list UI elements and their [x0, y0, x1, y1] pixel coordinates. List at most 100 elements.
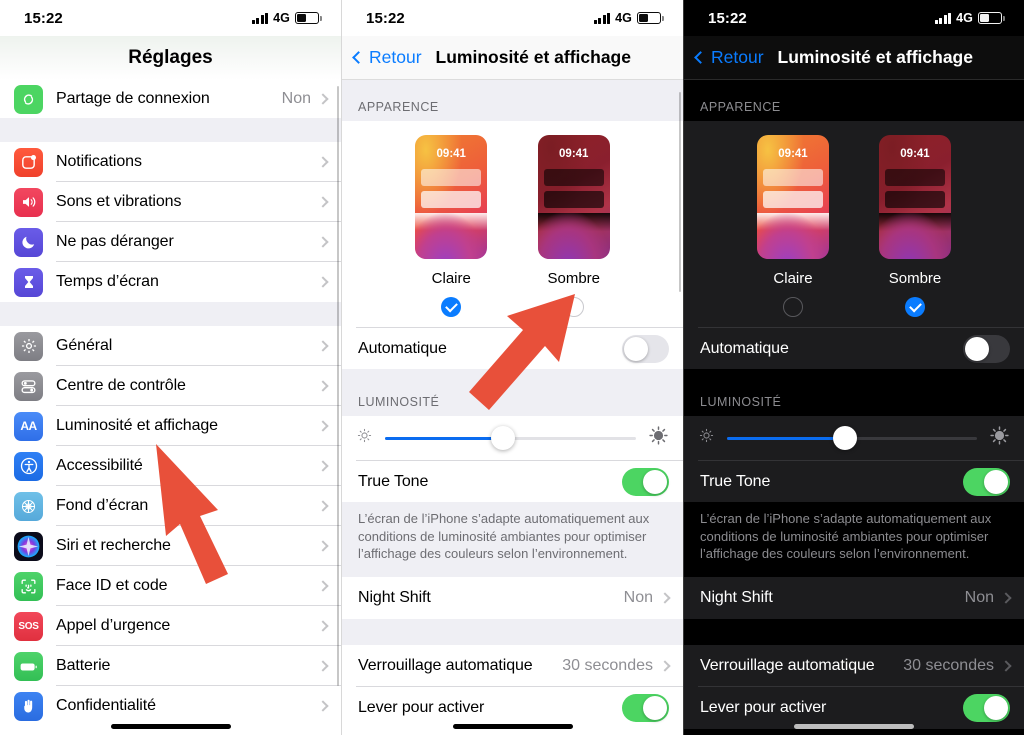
true-tone-toggle[interactable] — [622, 467, 669, 496]
sidebar-item-siri[interactable]: Siri et recherche — [0, 526, 341, 566]
network-type-label: 4G — [615, 11, 632, 25]
chevron-right-icon — [659, 659, 671, 672]
sidebar-item-wallpaper[interactable]: Fond d’écran — [0, 486, 341, 526]
face-id-icon — [14, 571, 43, 601]
appearance-preview-dark: 09:41 — [537, 135, 610, 259]
network-type-label: 4G — [273, 11, 290, 25]
sidebar-item-label: Centre de contrôle — [56, 376, 186, 394]
preview-card — [543, 169, 604, 186]
preview-time: 09:41 — [900, 148, 930, 160]
phone-screen-display-light: 15:22 4G Retour Luminosité et affichage … — [341, 0, 683, 735]
scrollbar[interactable] — [678, 92, 681, 292]
sidebar-item-label: Siri et recherche — [56, 536, 171, 554]
radio-light-unselected[interactable] — [783, 297, 803, 317]
row-label: Verrouillage automatique — [700, 656, 875, 674]
sidebar-item-sos[interactable]: SOS Appel d’urgence — [0, 606, 341, 646]
navigation-bar: Retour Luminosité et affichage — [684, 36, 1024, 80]
back-button-label: Retour — [711, 47, 764, 67]
row-label: Automatique — [358, 339, 447, 357]
chevron-right-icon — [659, 592, 671, 604]
row-label: Lever pour activer — [700, 699, 827, 717]
brightness-low-icon — [698, 427, 715, 449]
automatic-toggle[interactable] — [963, 334, 1010, 363]
general-gear-icon — [14, 331, 43, 361]
row-raise-to-wake[interactable]: Lever pour activer — [342, 687, 683, 730]
preview-card — [543, 191, 604, 208]
preview-card — [885, 191, 945, 208]
sidebar-item-label: Fond d’écran — [56, 496, 149, 514]
sidebar-item-sounds[interactable]: Sons et vibrations — [0, 182, 341, 222]
control-center-icon — [14, 371, 43, 401]
hotspot-value: Non — [281, 90, 311, 107]
chevron-right-icon — [317, 579, 329, 592]
row-raise-to-wake[interactable]: Lever pour activer — [684, 687, 1024, 730]
battery-icon — [295, 12, 322, 24]
true-tone-note: L’écran de l’iPhone s’adapte automatique… — [342, 502, 683, 578]
sidebar-item-privacy[interactable]: Confidentialité — [0, 686, 341, 726]
sidebar-item-label: Partage de connexion — [56, 90, 210, 107]
sidebar-item-control-center[interactable]: Centre de contrôle — [0, 366, 341, 406]
row-night-shift[interactable]: Night Shift Non — [342, 577, 683, 620]
appearance-picker: 09:41 Claire 09:41 Sombre — [684, 121, 1024, 327]
chevron-right-icon — [317, 700, 329, 712]
row-automatic[interactable]: Automatique — [684, 327, 1024, 369]
row-automatic[interactable]: Automatique — [342, 327, 683, 369]
brightness-track[interactable] — [727, 426, 977, 450]
row-true-tone[interactable]: True Tone — [684, 460, 1024, 502]
row-night-shift[interactable]: Night Shift Non — [684, 577, 1024, 620]
appearance-option-light[interactable]: 09:41 Claire — [415, 135, 488, 317]
back-button[interactable]: Retour — [352, 47, 422, 68]
section-header-brightness: LUMINOSITÉ — [342, 369, 683, 416]
sidebar-item-general[interactable]: Général — [0, 326, 341, 366]
row-auto-lock[interactable]: Verrouillage automatique 30 secondes — [684, 645, 1024, 688]
preview-mountain — [879, 213, 951, 259]
preview-card — [885, 169, 945, 186]
brightness-fill — [385, 436, 503, 440]
brightness-slider-row[interactable] — [684, 416, 1024, 460]
raise-to-wake-toggle[interactable] — [622, 694, 669, 723]
chevron-right-icon — [317, 93, 329, 105]
sidebar-item-hotspot[interactable]: Partage de connexion Non — [0, 80, 341, 118]
radio-dark-unselected[interactable] — [563, 297, 584, 317]
sidebar-item-face-id[interactable]: Face ID et code — [0, 566, 341, 606]
automatic-toggle[interactable] — [622, 334, 669, 363]
sidebar-item-notifications[interactable]: Notifications — [0, 142, 341, 182]
battery-icon — [637, 12, 664, 24]
row-label: True Tone — [700, 472, 771, 490]
night-shift-value: Non — [964, 589, 994, 607]
page-title: Réglages — [0, 36, 341, 80]
group-separator — [342, 619, 683, 646]
auto-lock-value: 30 secondes — [903, 656, 994, 674]
back-button[interactable]: Retour — [694, 47, 764, 68]
appearance-option-dark[interactable]: 09:41 Sombre — [879, 135, 951, 317]
preview-mountain — [757, 213, 829, 259]
sidebar-item-battery[interactable]: Batterie — [0, 646, 341, 686]
row-true-tone[interactable]: True Tone — [342, 460, 683, 502]
true-tone-toggle[interactable] — [963, 467, 1010, 496]
row-auto-lock[interactable]: Verrouillage automatique 30 secondes — [342, 645, 683, 688]
row-label: Night Shift — [700, 589, 773, 607]
sidebar-item-label: Temps d’écran — [56, 273, 159, 290]
chevron-right-icon — [1000, 592, 1012, 604]
chevron-right-icon — [317, 459, 329, 472]
preview-time: 09:41 — [778, 148, 808, 160]
brightness-thumb[interactable] — [832, 426, 857, 450]
sidebar-item-display-brightness[interactable]: AA Luminosité et affichage — [0, 406, 341, 446]
battery-settings-icon — [14, 651, 43, 681]
appearance-option-light[interactable]: 09:41 Claire — [757, 135, 829, 317]
true-tone-note: L’écran de l’iPhone s’adapte automatique… — [684, 502, 1024, 578]
group-separator — [0, 118, 341, 142]
three-phone-screenshots: 15:22 4G Réglages Partage de connexion N… — [0, 0, 1024, 735]
page-title: Luminosité et affichage — [435, 47, 631, 67]
appearance-option-dark[interactable]: 09:41 Sombre — [537, 135, 610, 317]
raise-to-wake-toggle[interactable] — [963, 694, 1010, 723]
brightness-thumb[interactable] — [490, 426, 515, 450]
sidebar-item-accessibility[interactable]: Accessibilité — [0, 446, 341, 486]
brightness-slider-row[interactable] — [342, 416, 683, 460]
sidebar-item-screen-time[interactable]: Temps d’écran — [0, 262, 341, 302]
radio-dark-selected[interactable] — [905, 297, 925, 317]
scrollbar[interactable] — [336, 86, 339, 686]
brightness-track[interactable] — [385, 426, 636, 450]
radio-light-selected[interactable] — [441, 297, 462, 317]
sidebar-item-do-not-disturb[interactable]: Ne pas déranger — [0, 222, 341, 262]
